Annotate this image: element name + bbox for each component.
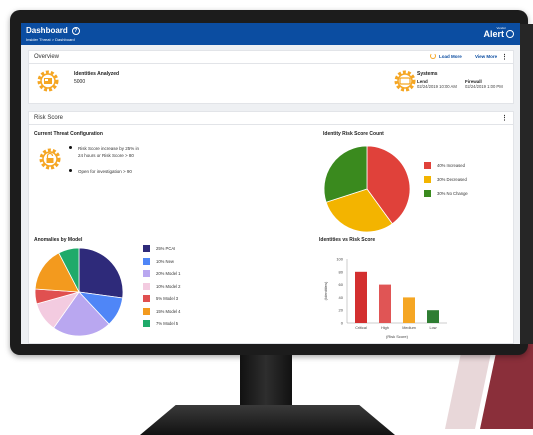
anomalies-legend-item: 5% Model 3 [143,295,178,302]
y-tick-label: 40 [339,295,344,300]
risk-count-legend-swatch [424,190,431,197]
anomalies-legend-item: 25% PCAI [143,245,175,252]
overview-card: Overview Load More View More ⋮ Identitie… [28,50,514,104]
system2-time: 02/24/2019 1:00 PM [465,84,503,89]
system1-time: 02/24/2019 10:00 AM [417,84,457,89]
risk-count-legend-label: 30% No Change [437,191,468,196]
risk-count-legend-label: 30% Decreased [437,177,467,182]
identities-gear-icon [37,70,59,92]
anomalies-legend-item: 15% Model 4 [143,307,181,315]
refresh-icon[interactable] [430,53,436,59]
monitor-base [140,405,395,435]
risk-count-legend-swatch [424,176,431,183]
anomalies-legend-label: 25% PCAI [156,246,176,251]
y-axis-label: (Identities) [323,281,328,300]
threat-rule-1: Risk Score increase by 25% in 24 hours or… [69,145,139,159]
identities-value: 5000 [74,79,86,85]
breadcrumb[interactable]: Insider Threat > Dashboard [26,37,75,42]
anomalies-title: Anomalies by Model [34,237,83,243]
risk-score-menu-icon[interactable]: ⋮ [501,114,508,122]
bar-critical[interactable] [355,271,367,323]
risk-count-legend-item: 30% Decreased [424,176,467,183]
y-tick-label: 80 [339,269,344,274]
top-bar: Dashboard? Insider Threat > Dashboard Ve… [21,23,520,45]
anomalies-legend-item: 10% New [143,257,174,265]
anomalies-legend-label: 5% Model 3 [156,296,179,301]
lock-gear-icon [39,148,61,170]
bar-medium[interactable] [403,297,415,323]
systems-gear-icon [394,70,416,92]
anomalies-legend-label: 20% Model 1 [156,271,181,276]
risk-count-pie [323,145,411,233]
risk-score-title: Risk Score [34,115,64,121]
anomalies-legend-item: 20% Model 1 [143,270,180,277]
x-axis-label: (Risk Score) [386,334,409,339]
anomalies-legend-label: 7% Model 5 [156,321,179,326]
y-tick-label: 60 [339,282,344,287]
anomalies-legend-label: 10% Model 2 [156,283,181,289]
page-title: Dashboard? [26,26,80,35]
risk-count-legend-swatch [424,162,431,169]
threat-rule-2: Open for investigation > 90 [69,168,132,175]
screen: Dashboard? Insider Threat > Dashboard Ve… [21,23,520,344]
risk-count-legend-item: 40% Increased [424,162,465,169]
x-tick-label: Medium [402,326,416,330]
identities-vs-risk-bar-chart: 0 20 40 60 80 100 Critical High Medium Low (Risk S… [323,257,447,339]
bar-high[interactable] [379,284,391,323]
threat-config-title: Current Threat Configuration [34,131,103,137]
identities-vs-risk-title: Identities vs Risk Score [319,237,376,243]
x-tick-label: High [381,326,389,330]
view-more-link[interactable]: View More [475,54,497,59]
overview-title: Overview [34,54,60,60]
y-tick-label: 100 [336,257,343,262]
anomalies-legend-swatch [143,282,150,290]
risk-score-header: Risk Score ⋮ [29,112,513,125]
brand-logo: Alert [483,29,514,39]
risk-count-title: Identity Risk Score Count [323,131,384,137]
y-tick-label: 20 [339,308,344,313]
x-tick-label: Low [430,326,437,330]
anomalies-legend-swatch [143,245,150,252]
anomalies-legend-label: 10% New [156,258,174,264]
identities-label: Identities Analyzed [74,71,120,77]
systems-label: Systems [417,71,438,77]
anomalies-legend-swatch [143,307,150,315]
risk-score-card: Risk Score ⋮ Current Threat Configuratio… [28,111,514,344]
alert-logo-icon [506,30,514,38]
anomalies-legend-swatch [143,270,150,277]
x-tick-label: Critical [355,326,367,330]
anomalies-legend-item: 7% Model 5 [143,320,178,327]
bar-low[interactable] [427,310,439,323]
overview-header: Overview Load More View More ⋮ [29,51,513,64]
anomalies-legend-swatch [143,320,150,327]
overview-menu-icon[interactable]: ⋮ [501,53,508,61]
anomalies-legend-item: 10% Model 2 [143,282,181,290]
load-more-link[interactable]: Load More [439,54,462,59]
risk-count-legend-item: 30% No Change [424,190,468,197]
risk-count-legend-label: 40% Increased [437,163,465,168]
anomalies-legend-swatch [143,257,150,265]
anomalies-pie [34,247,124,337]
monitor-side [518,24,533,344]
y-tick-label: 0 [341,321,344,326]
anomalies-slice-0[interactable] [78,247,124,299]
anomalies-legend-label: 15% Model 4 [156,308,181,314]
anomalies-legend-swatch [143,295,150,302]
monitor-neck [240,355,292,407]
help-icon[interactable]: ? [71,27,80,35]
